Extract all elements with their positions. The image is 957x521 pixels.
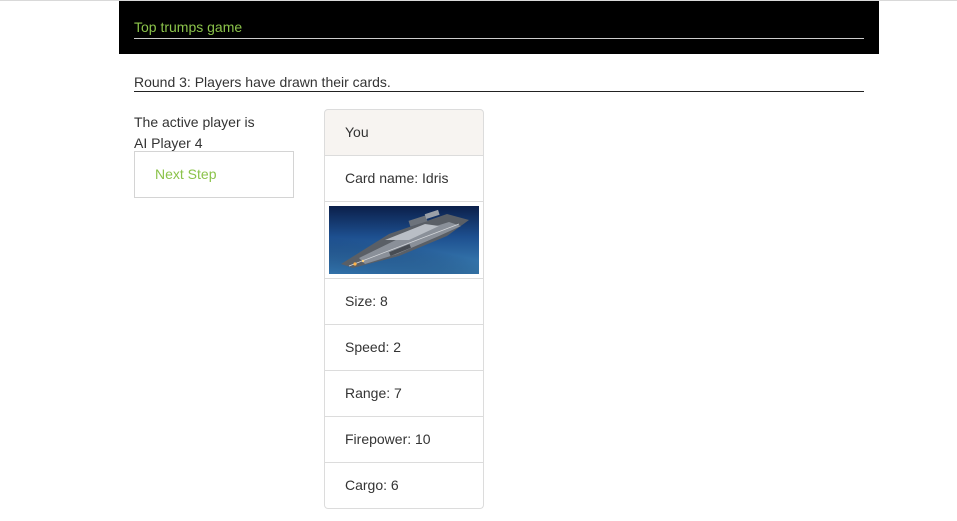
active-player-info: The active player is AI Player 4 (134, 112, 255, 154)
player-card: You Card name: Idris Size: 8 Speed: 2 Ra… (324, 109, 484, 509)
active-player-label: The active player is (134, 114, 255, 130)
stat-size: Size: 8 (345, 293, 388, 309)
card-stat-row[interactable]: Firepower: 10 (324, 417, 484, 463)
navbar: Top trumps game (119, 1, 879, 54)
navbar-underline (134, 38, 864, 39)
card-name-label: Card name: Idris (345, 170, 449, 186)
round-divider (134, 91, 864, 92)
stat-range: Range: 7 (345, 385, 402, 401)
stat-speed: Speed: 2 (345, 339, 402, 355)
next-step-label: Next Step (155, 166, 217, 182)
card-owner-label: You (345, 124, 369, 140)
stat-firepower: Firepower: 10 (345, 431, 431, 447)
stat-cargo: Cargo: 6 (345, 477, 399, 493)
round-status: Round 3: Players have drawn their cards. (134, 74, 391, 90)
next-step-button[interactable]: Next Step (134, 151, 294, 198)
card-stat-row[interactable]: Size: 8 (324, 279, 484, 325)
card-stat-row[interactable]: Cargo: 6 (324, 463, 484, 509)
navbar-brand[interactable]: Top trumps game (134, 19, 242, 35)
card-stat-row[interactable]: Range: 7 (324, 371, 484, 417)
spaceship-image (329, 206, 479, 274)
card-stat-row[interactable]: Speed: 2 (324, 325, 484, 371)
card-owner-header: You (324, 109, 484, 156)
card-name-row: Card name: Idris (324, 156, 484, 202)
card-image-container (324, 202, 484, 279)
